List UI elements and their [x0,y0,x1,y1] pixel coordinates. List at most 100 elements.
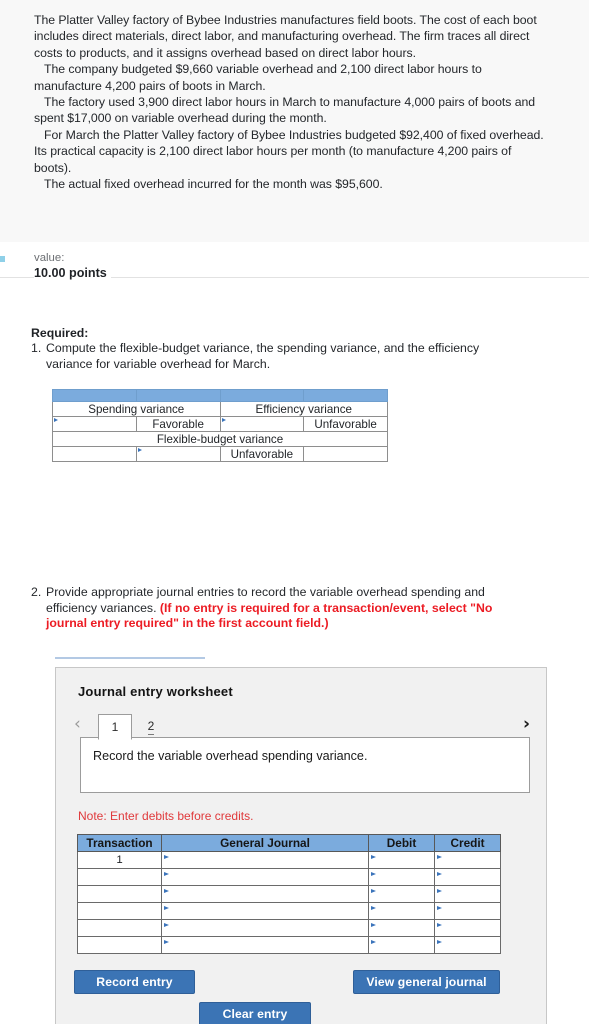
table-row [77,936,501,954]
variance-label-row-2: Flexible-budget variance [52,431,388,447]
journal-entry-worksheet-title: Journal entry worksheet [78,684,233,699]
tab-worksheet-2-label: 2 [147,719,155,735]
dropdown-marker-icon [371,889,376,893]
spending-variance-amount-input[interactable] [52,416,137,432]
variance-input-row-1: Favorable Unfavorable [52,416,388,432]
variance-table: Spending variance Efficiency variance Fa… [52,389,388,462]
journal-cell-credit[interactable] [434,902,501,920]
spending-variance-direction-input[interactable]: Favorable [135,416,221,432]
required-item-2-number: 2. [31,585,42,599]
journal-cell-account[interactable] [161,885,369,903]
dropdown-marker-icon [164,889,169,893]
problem-paragraph-1: The Platter Valley factory of Bybee Indu… [34,13,537,60]
problem-paragraph-3: The factory used 3,900 direct labor hour… [34,95,536,126]
journal-table-header-row: Transaction General Journal Debit Credit [77,834,501,852]
journal-cell-transaction [77,868,162,886]
required-item-1-number: 1. [31,341,42,355]
dropdown-marker-icon [371,872,376,876]
dropdown-marker-icon [54,418,58,422]
dropdown-marker-icon [371,923,376,927]
journal-header-transaction: Transaction [77,834,162,852]
dropdown-marker-icon [371,940,376,944]
dropdown-marker-icon [164,855,169,859]
flexible-budget-variance-blank-1[interactable] [52,446,137,462]
chevron-right-icon[interactable]: › [523,716,530,733]
required-item-2: 2. Provide appropriate journal entries t… [31,585,511,632]
problem-paragraph-4: For March the Platter Valley factory of … [34,127,544,175]
journal-cell-transaction: 1 [77,851,162,869]
journal-cell-account[interactable] [161,868,369,886]
journal-header-credit: Credit [434,834,501,852]
journal-cell-debit[interactable] [368,868,435,886]
flexible-budget-variance-blank-2[interactable] [303,446,388,462]
worksheet-prompt-box: Record the variable overhead spending va… [80,737,530,793]
points-value: 10.00 points [34,266,111,280]
journal-cell-credit[interactable] [434,851,501,869]
tab-worksheet-1-label: 1 [111,720,119,734]
journal-cell-debit[interactable] [368,902,435,920]
dropdown-marker-icon [137,448,142,452]
record-entry-button[interactable]: Record entry [74,970,195,994]
tab-worksheet-1[interactable]: 1 [98,714,132,740]
worksheet-prompt-text: Record the variable overhead spending va… [93,749,368,763]
journal-cell-transaction [77,936,162,954]
dropdown-marker-icon [437,940,442,944]
journal-cell-credit[interactable] [434,936,501,954]
efficiency-variance-amount-input[interactable] [219,416,305,432]
variance-table-header-row [52,389,388,402]
required-item-1-text: Compute the flexible-budget variance, th… [46,341,480,371]
required-item-2-text: Provide appropriate journal entries to r… [46,585,511,632]
efficiency-variance-direction-input[interactable]: Unfavorable [303,416,388,432]
page-root: The Platter Valley factory of Bybee Indu… [0,0,589,1024]
dropdown-marker-icon [437,906,442,910]
journal-cell-credit[interactable] [434,868,501,886]
variance-label-row-1: Spending variance Efficiency variance [52,401,388,417]
dropdown-marker-icon [221,418,226,422]
value-label: value: [34,252,65,264]
flexible-budget-variance-label: Flexible-budget variance [52,431,388,447]
value-strip: value: 10.00 points [0,242,589,290]
journal-cell-debit[interactable] [368,919,435,937]
journal-cell-credit[interactable] [434,885,501,903]
table-row [77,902,501,920]
flexible-budget-variance-amount-input[interactable] [135,446,221,462]
dropdown-marker-icon [164,906,169,910]
journal-cell-account[interactable] [161,936,369,954]
journal-cell-transaction [77,885,162,903]
journal-cell-account[interactable] [161,919,369,937]
journal-header-debit: Debit [368,834,435,852]
variance-header-cell-1 [52,389,137,402]
journal-cell-debit[interactable] [368,885,435,903]
dropdown-marker-icon [164,923,169,927]
journal-cell-account[interactable] [161,902,369,920]
table-row [77,885,501,903]
dropdown-marker-icon [164,872,169,876]
dropdown-marker-icon [164,940,169,944]
clear-entry-button[interactable]: Clear entry [199,1002,311,1024]
debits-before-credits-note: Note: Enter debits before credits. [78,809,254,823]
dropdown-marker-icon [437,889,442,893]
problem-statement: The Platter Valley factory of Bybee Indu… [0,0,589,242]
journal-entry-table: Transaction General Journal Debit Credit… [77,834,501,954]
variance-input-row-2: Unfavorable [52,446,388,462]
journal-cell-credit[interactable] [434,919,501,937]
dropdown-marker-icon [437,923,442,927]
required-item-1: 1. Compute the flexible-budget variance,… [31,341,501,372]
dropdown-marker-icon [371,906,376,910]
variance-header-cell-3 [219,389,305,402]
edge-marker-icon [0,256,5,262]
journal-cell-debit[interactable] [368,851,435,869]
view-general-journal-button[interactable]: View general journal [353,970,500,994]
problem-paragraph-2: The company budgeted $9,660 variable ove… [34,62,482,93]
table-row: 1 [77,851,501,869]
journal-header-general-journal: General Journal [161,834,369,852]
table-row [77,919,501,937]
variance-header-cell-2 [135,389,221,402]
chevron-left-icon[interactable]: ‹ [74,716,81,733]
dropdown-marker-icon [371,855,376,859]
journal-entry-panel: Journal entry worksheet ‹ 1 2 › Record t… [55,667,547,1024]
flexible-budget-variance-direction-input[interactable]: Unfavorable [219,446,305,462]
journal-cell-debit[interactable] [368,936,435,954]
panel-top-accent-rule [55,657,205,659]
journal-cell-account[interactable] [161,851,369,869]
